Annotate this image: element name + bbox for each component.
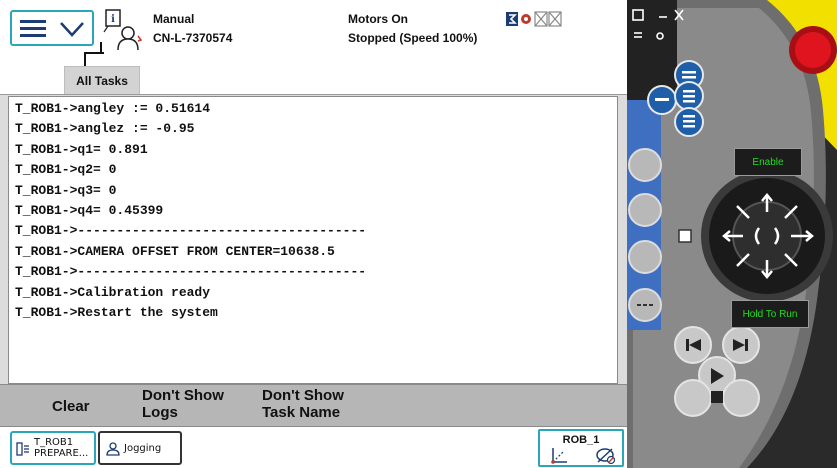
dont-show-task-line1: Don't Show — [262, 387, 344, 404]
log-line: T_ROB1->q3= 0 — [15, 182, 117, 198]
log-line: T_ROB1->q4= 0.45399 — [15, 202, 164, 218]
increment-off-icon — [596, 448, 616, 465]
log-line: T_ROB1->anglez := -0.95 — [15, 121, 195, 137]
pendant-body — [627, 0, 837, 468]
action-bar: Clear Don't Show Logs Don't Show Task Na… — [0, 384, 627, 426]
dont-show-logs-button[interactable]: Don't Show Logs — [142, 387, 224, 421]
log-line: T_ROB1->angley := 0.51614 — [15, 101, 211, 116]
hardware-pendant-panel: Enable Hold To Run — [627, 0, 837, 468]
mode-label: Manual — [153, 12, 195, 26]
taskbar: T_ROB1 PREPARE... Jogging ROB_1 — [0, 426, 627, 468]
dont-show-logs-line2: Logs — [142, 404, 178, 421]
coordinate-frame-icon — [551, 448, 567, 464]
emergency-stop-icon — [789, 26, 837, 74]
dont-show-logs-line1: Don't Show — [142, 387, 224, 404]
operator-info-icon[interactable]: i — [100, 8, 144, 52]
dont-show-task-name-button[interactable]: Don't Show Task Name — [262, 387, 344, 421]
dont-show-task-line2: Task Name — [262, 404, 341, 421]
log-line: T_ROB1->--------------------------------… — [15, 264, 367, 280]
run-state: Stopped (Speed 100%) — [348, 31, 478, 45]
task-tile-jogging[interactable]: Jogging — [98, 431, 182, 465]
hamburger-icon — [20, 20, 46, 38]
jogging-person-icon — [106, 442, 120, 456]
status-indicators-icons[interactable] — [505, 10, 577, 28]
log-line: T_ROB1->Calibration ready — [15, 284, 211, 300]
task-tile-jogging-label: Jogging — [124, 443, 162, 454]
motors-state: Motors On — [348, 12, 408, 26]
quickset-button[interactable]: ROB_1 — [538, 429, 624, 467]
task-tile-rob-line2: PREPARE... — [34, 448, 89, 459]
chevron-down-icon — [60, 22, 84, 37]
hold-to-run-button[interactable]: Hold To Run — [731, 300, 809, 328]
flexpendant-screen: i Manual CN-L-7370574 Motors On Stopped … — [0, 0, 627, 468]
log-line: T_ROB1->Restart the system — [15, 304, 218, 320]
status-bar: i Manual CN-L-7370574 Motors On Stopped … — [0, 0, 627, 95]
tab-all-tasks[interactable]: All Tasks — [64, 66, 140, 94]
tasks-connector — [84, 42, 104, 66]
task-tile-rapid[interactable]: T_ROB1 PREPARE... — [10, 431, 96, 465]
log-line: T_ROB1->CAMERA OFFSET FROM CENTER=10638.… — [15, 243, 335, 259]
enable-button[interactable]: Enable — [734, 148, 802, 176]
log-line: T_ROB1->--------------------------------… — [15, 223, 367, 239]
svg-text:i: i — [111, 14, 115, 25]
rapid-program-icon — [16, 442, 29, 456]
task-tile-rob-line1: T_ROB1 — [34, 437, 74, 448]
log-line: T_ROB1->q2= 0 — [15, 162, 117, 178]
abb-menu-button[interactable] — [10, 10, 94, 46]
log-line: T_ROB1->q1= 0.891 — [15, 141, 148, 157]
joystick-icon — [701, 170, 833, 302]
event-log-output: T_ROB1->angley := 0.51614 T_ROB1->anglez … — [8, 96, 618, 384]
clear-button[interactable]: Clear — [52, 398, 90, 415]
system-name: CN-L-7370574 — [153, 31, 233, 45]
